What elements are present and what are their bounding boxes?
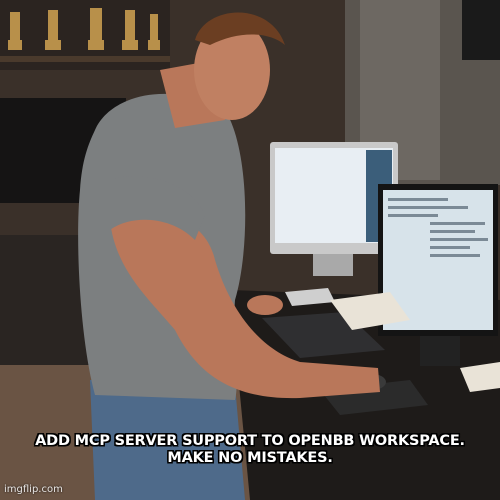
meme-photo-scene: ADD MCP SERVER SUPPORT TO OPENBB WORKSPA… <box>0 0 500 500</box>
left-hand <box>247 295 283 315</box>
caption-line-2: MAKE NO MISTAKES. <box>167 450 333 466</box>
imgflip-watermark: imgflip.com <box>4 484 63 495</box>
trophy-shelf <box>0 56 170 62</box>
second-monitor-stand <box>420 336 460 366</box>
caption-line-1: ADD MCP SERVER SUPPORT TO OPENBB WORKSPA… <box>35 433 465 449</box>
photo-illustration <box>0 0 500 500</box>
meme-caption: ADD MCP SERVER SUPPORT TO OPENBB WORKSPA… <box>0 433 500 467</box>
wall-poster <box>462 0 500 60</box>
imac-stand <box>313 254 353 276</box>
